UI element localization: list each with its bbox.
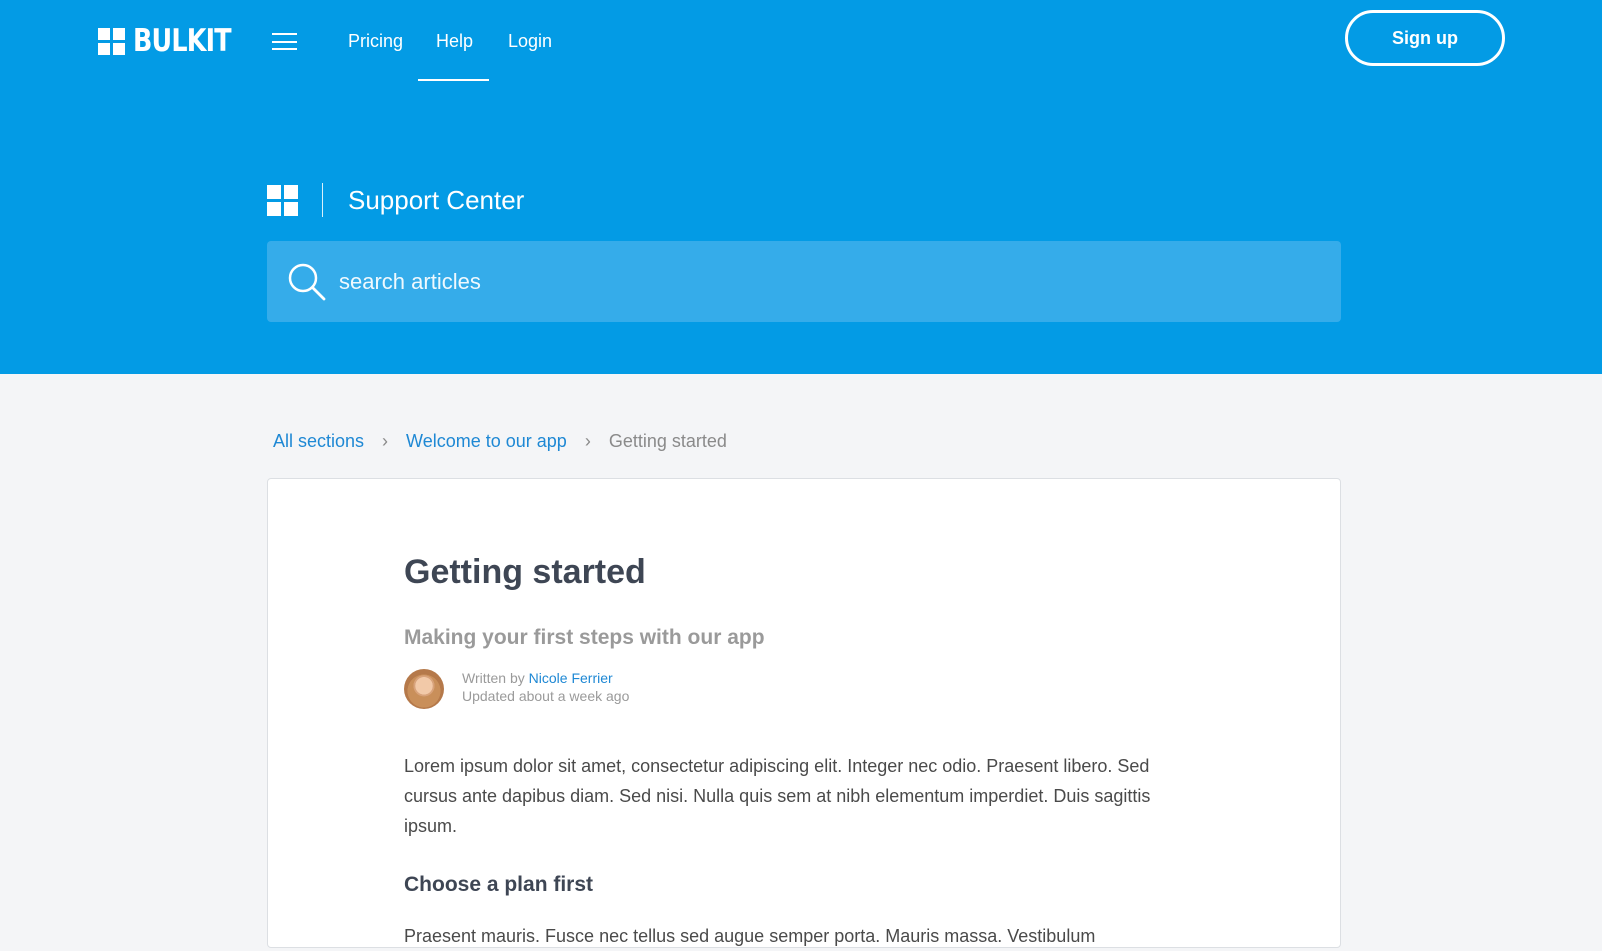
breadcrumb-current: Getting started bbox=[608, 430, 727, 451]
article-body: Lorem ipsum dolor sit amet, consectetur … bbox=[404, 756, 1151, 836]
article-paragraph: Praesent mauris. Fusce nec tellus sed au… bbox=[404, 926, 1096, 946]
breadcrumb-all-sections[interactable]: All sections bbox=[273, 431, 364, 452]
signup-button[interactable]: Sign up bbox=[1345, 10, 1505, 66]
nav-help[interactable]: Help bbox=[436, 30, 473, 52]
title-divider bbox=[322, 183, 323, 217]
breadcrumb: All sections › Welcome to our app › Gett… bbox=[273, 429, 727, 453]
nav-login[interactable]: Login bbox=[508, 30, 552, 52]
section-heading: Choose a plan first bbox=[404, 873, 594, 896]
article-meta: Written by Nicole Ferrier Updated about … bbox=[462, 669, 629, 705]
breadcrumb-welcome[interactable]: Welcome to our app bbox=[406, 431, 567, 452]
written-by-label: Written by bbox=[462, 670, 525, 686]
updated-time: Updated about a week ago bbox=[462, 688, 630, 704]
nav-pricing[interactable]: Pricing bbox=[348, 30, 403, 52]
article-title: Getting started bbox=[404, 553, 646, 591]
hero-header: BULKIT Pricing Help Login Sign up Suppor… bbox=[0, 0, 1602, 374]
brand-logo[interactable]: BULKIT bbox=[98, 23, 252, 59]
author-avatar[interactable] bbox=[404, 669, 444, 709]
hamburger-menu-icon[interactable] bbox=[272, 33, 297, 50]
search-icon bbox=[288, 263, 326, 301]
grid-logo-icon bbox=[98, 27, 125, 55]
article-card: Getting started Making your first steps … bbox=[267, 478, 1341, 948]
brand-name: BULKIT bbox=[133, 23, 232, 59]
nav-active-indicator bbox=[418, 79, 489, 81]
search-input[interactable] bbox=[339, 241, 1319, 322]
article-subtitle: Making your first steps with our app bbox=[404, 626, 765, 649]
page-title: Support Center bbox=[348, 185, 525, 215]
chevron-right-icon: › bbox=[584, 430, 591, 451]
author-link[interactable]: Nicole Ferrier bbox=[529, 670, 613, 686]
chevron-right-icon: › bbox=[382, 430, 389, 451]
search-bar[interactable] bbox=[267, 241, 1341, 322]
support-grid-icon bbox=[267, 185, 298, 216]
